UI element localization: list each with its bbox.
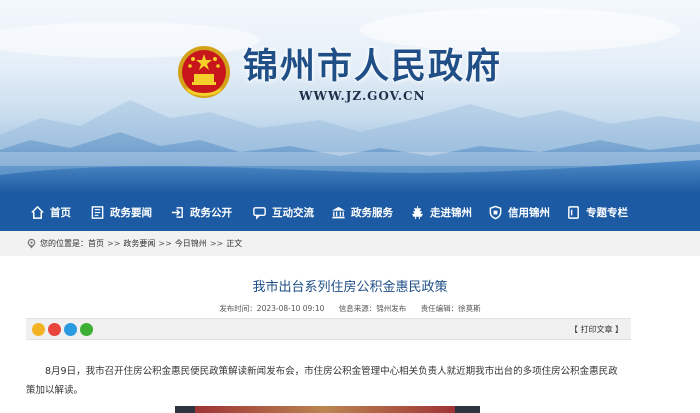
breadcrumb-separator: >> [209,239,224,248]
nav-label: 信用锦州 [508,206,550,219]
breadcrumb-news[interactable]: 政务要闻 [123,238,155,249]
breadcrumb-separator: >> [158,239,172,248]
nav-item-disclosure[interactable]: 政务公开 [170,193,252,231]
article-image [175,406,480,413]
weibo-icon[interactable] [48,323,61,336]
nav-item-topics[interactable]: 专题专栏 [566,193,646,231]
nav-item-credit[interactable]: 信用锦州 [488,193,566,231]
location-pin-icon [27,238,36,249]
home-icon [31,205,44,219]
wechat-icon[interactable] [80,323,93,336]
pagoda-icon [412,205,423,219]
site-banner: 锦州市人民政府 WWW.JZ.GOV.CN [0,0,700,193]
nav-label: 政务要闻 [110,206,152,219]
document-icon [568,205,579,219]
nav-item-about-jinzhou[interactable]: 走进锦州 [410,193,488,231]
nav-label: 政务公开 [190,206,232,219]
article-title: 我市出台系列住房公积金惠民政策 [252,280,448,295]
share-buttons [32,323,96,336]
breadcrumb: 您的位置是： 首页 >> 政务要闻 >> 今日锦州 >> 正文 [0,231,700,256]
breadcrumb-current: 正文 [226,239,243,248]
publish-time: 发布时间：2023-08-10 09:10 [219,304,325,313]
nav-label: 政务服务 [351,206,393,219]
breadcrumb-today-jinzhou[interactable]: 今日锦州 [175,238,207,249]
article-paragraph: 8月9日，我市召开住房公积金惠民便民政策解读新闻发布会，市住房公积金管理中心相关… [26,366,618,396]
qq-icon[interactable] [64,323,77,336]
main-nav: 首页 政务要闻 政务公开 互动交流 政务服务 走进锦州 信用锦州 专题专栏 [0,193,700,231]
login-icon [171,206,183,218]
chat-icon [253,206,266,220]
nav-label: 首页 [50,206,71,219]
breadcrumb-prefix: 您的位置是： [40,239,88,248]
article-image-content [195,406,455,413]
nav-label: 走进锦州 [430,206,472,219]
nav-item-services[interactable]: 政务服务 [331,193,410,231]
shield-icon [489,205,502,219]
site-title: 锦州市人民政府 [243,46,503,87]
breadcrumb-separator: >> [107,239,121,248]
article-toolbar: 【 打印文章 】 [26,318,631,340]
article-meta: 发布时间：2023-08-10 09:10 信息来源：锦州发布 责任编辑：徐莫斯 [0,303,700,314]
site-url: WWW.JZ.GOV.CN [299,89,426,103]
print-article-button[interactable]: 【 打印文章 】 [570,324,623,335]
building-icon [331,206,346,218]
nav-item-home[interactable]: 首页 [30,193,90,231]
breadcrumb-home[interactable]: 首页 [88,238,104,249]
nav-label: 互动交流 [272,206,314,219]
nav-item-interaction[interactable]: 互动交流 [252,193,331,231]
info-source: 信息来源：锦州发布 [338,304,407,313]
qzone-icon[interactable] [32,323,45,336]
news-icon [91,205,104,219]
nav-label: 专题专栏 [586,206,628,219]
responsible-editor: 责任编辑：徐莫斯 [420,304,481,313]
national-emblem-logo [178,46,230,98]
nav-item-news[interactable]: 政务要闻 [90,193,170,231]
